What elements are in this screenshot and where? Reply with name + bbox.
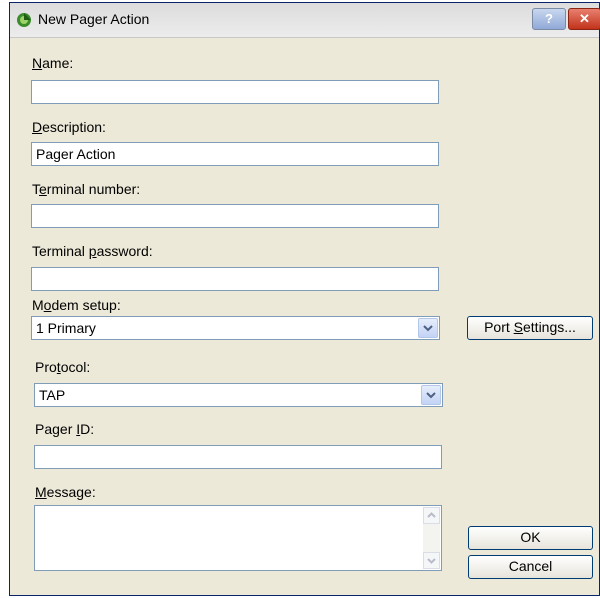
terminal-password-field[interactable] (31, 267, 439, 291)
help-icon: ? (545, 11, 553, 26)
app-icon (17, 13, 31, 27)
name-label: Name: (32, 55, 74, 71)
terminal-number-field[interactable] (31, 204, 439, 228)
terminal-number-label: Terminal number: (32, 181, 141, 197)
modem-setup-value: 1 Primary (36, 320, 96, 336)
protocol-select[interactable]: TAP (34, 383, 443, 407)
scroll-up-icon (427, 512, 436, 518)
new-pager-action-dialog: New Pager Action ? ✕ Name: Description: … (9, 2, 600, 596)
help-button[interactable]: ? (532, 8, 566, 30)
port-settings-button[interactable]: Port Settings... (467, 316, 593, 340)
pager-id-label: Pager ID: (35, 421, 95, 437)
title-bar: New Pager Action ? ✕ (10, 3, 600, 38)
name-field[interactable] (31, 80, 439, 104)
scroll-down-icon (427, 558, 436, 564)
modem-setup-label: Modem setup: (32, 297, 121, 313)
terminal-password-label: Terminal password: (32, 243, 153, 259)
modem-setup-select[interactable]: 1 Primary (31, 316, 440, 340)
message-scrollbar[interactable] (423, 507, 440, 569)
description-field[interactable]: Pager Action (31, 142, 439, 166)
scroll-up-button[interactable] (423, 507, 440, 524)
scroll-down-button[interactable] (423, 552, 440, 569)
close-button[interactable]: ✕ (568, 8, 600, 30)
chevron-down-icon (426, 392, 436, 399)
pager-id-field[interactable] (34, 445, 442, 469)
ok-button[interactable]: OK (468, 526, 593, 550)
message-textarea[interactable] (34, 505, 442, 571)
close-icon: ✕ (579, 11, 590, 26)
protocol-value: TAP (39, 387, 66, 403)
modem-setup-dropdown-button[interactable] (418, 318, 438, 338)
cancel-button[interactable]: Cancel (468, 555, 593, 579)
protocol-dropdown-button[interactable] (421, 385, 441, 405)
description-label: Description: (32, 119, 106, 135)
protocol-label: Protocol: (35, 359, 91, 375)
message-label: Message: (35, 484, 96, 500)
window-title: New Pager Action (38, 11, 150, 27)
chevron-down-icon (423, 325, 433, 332)
